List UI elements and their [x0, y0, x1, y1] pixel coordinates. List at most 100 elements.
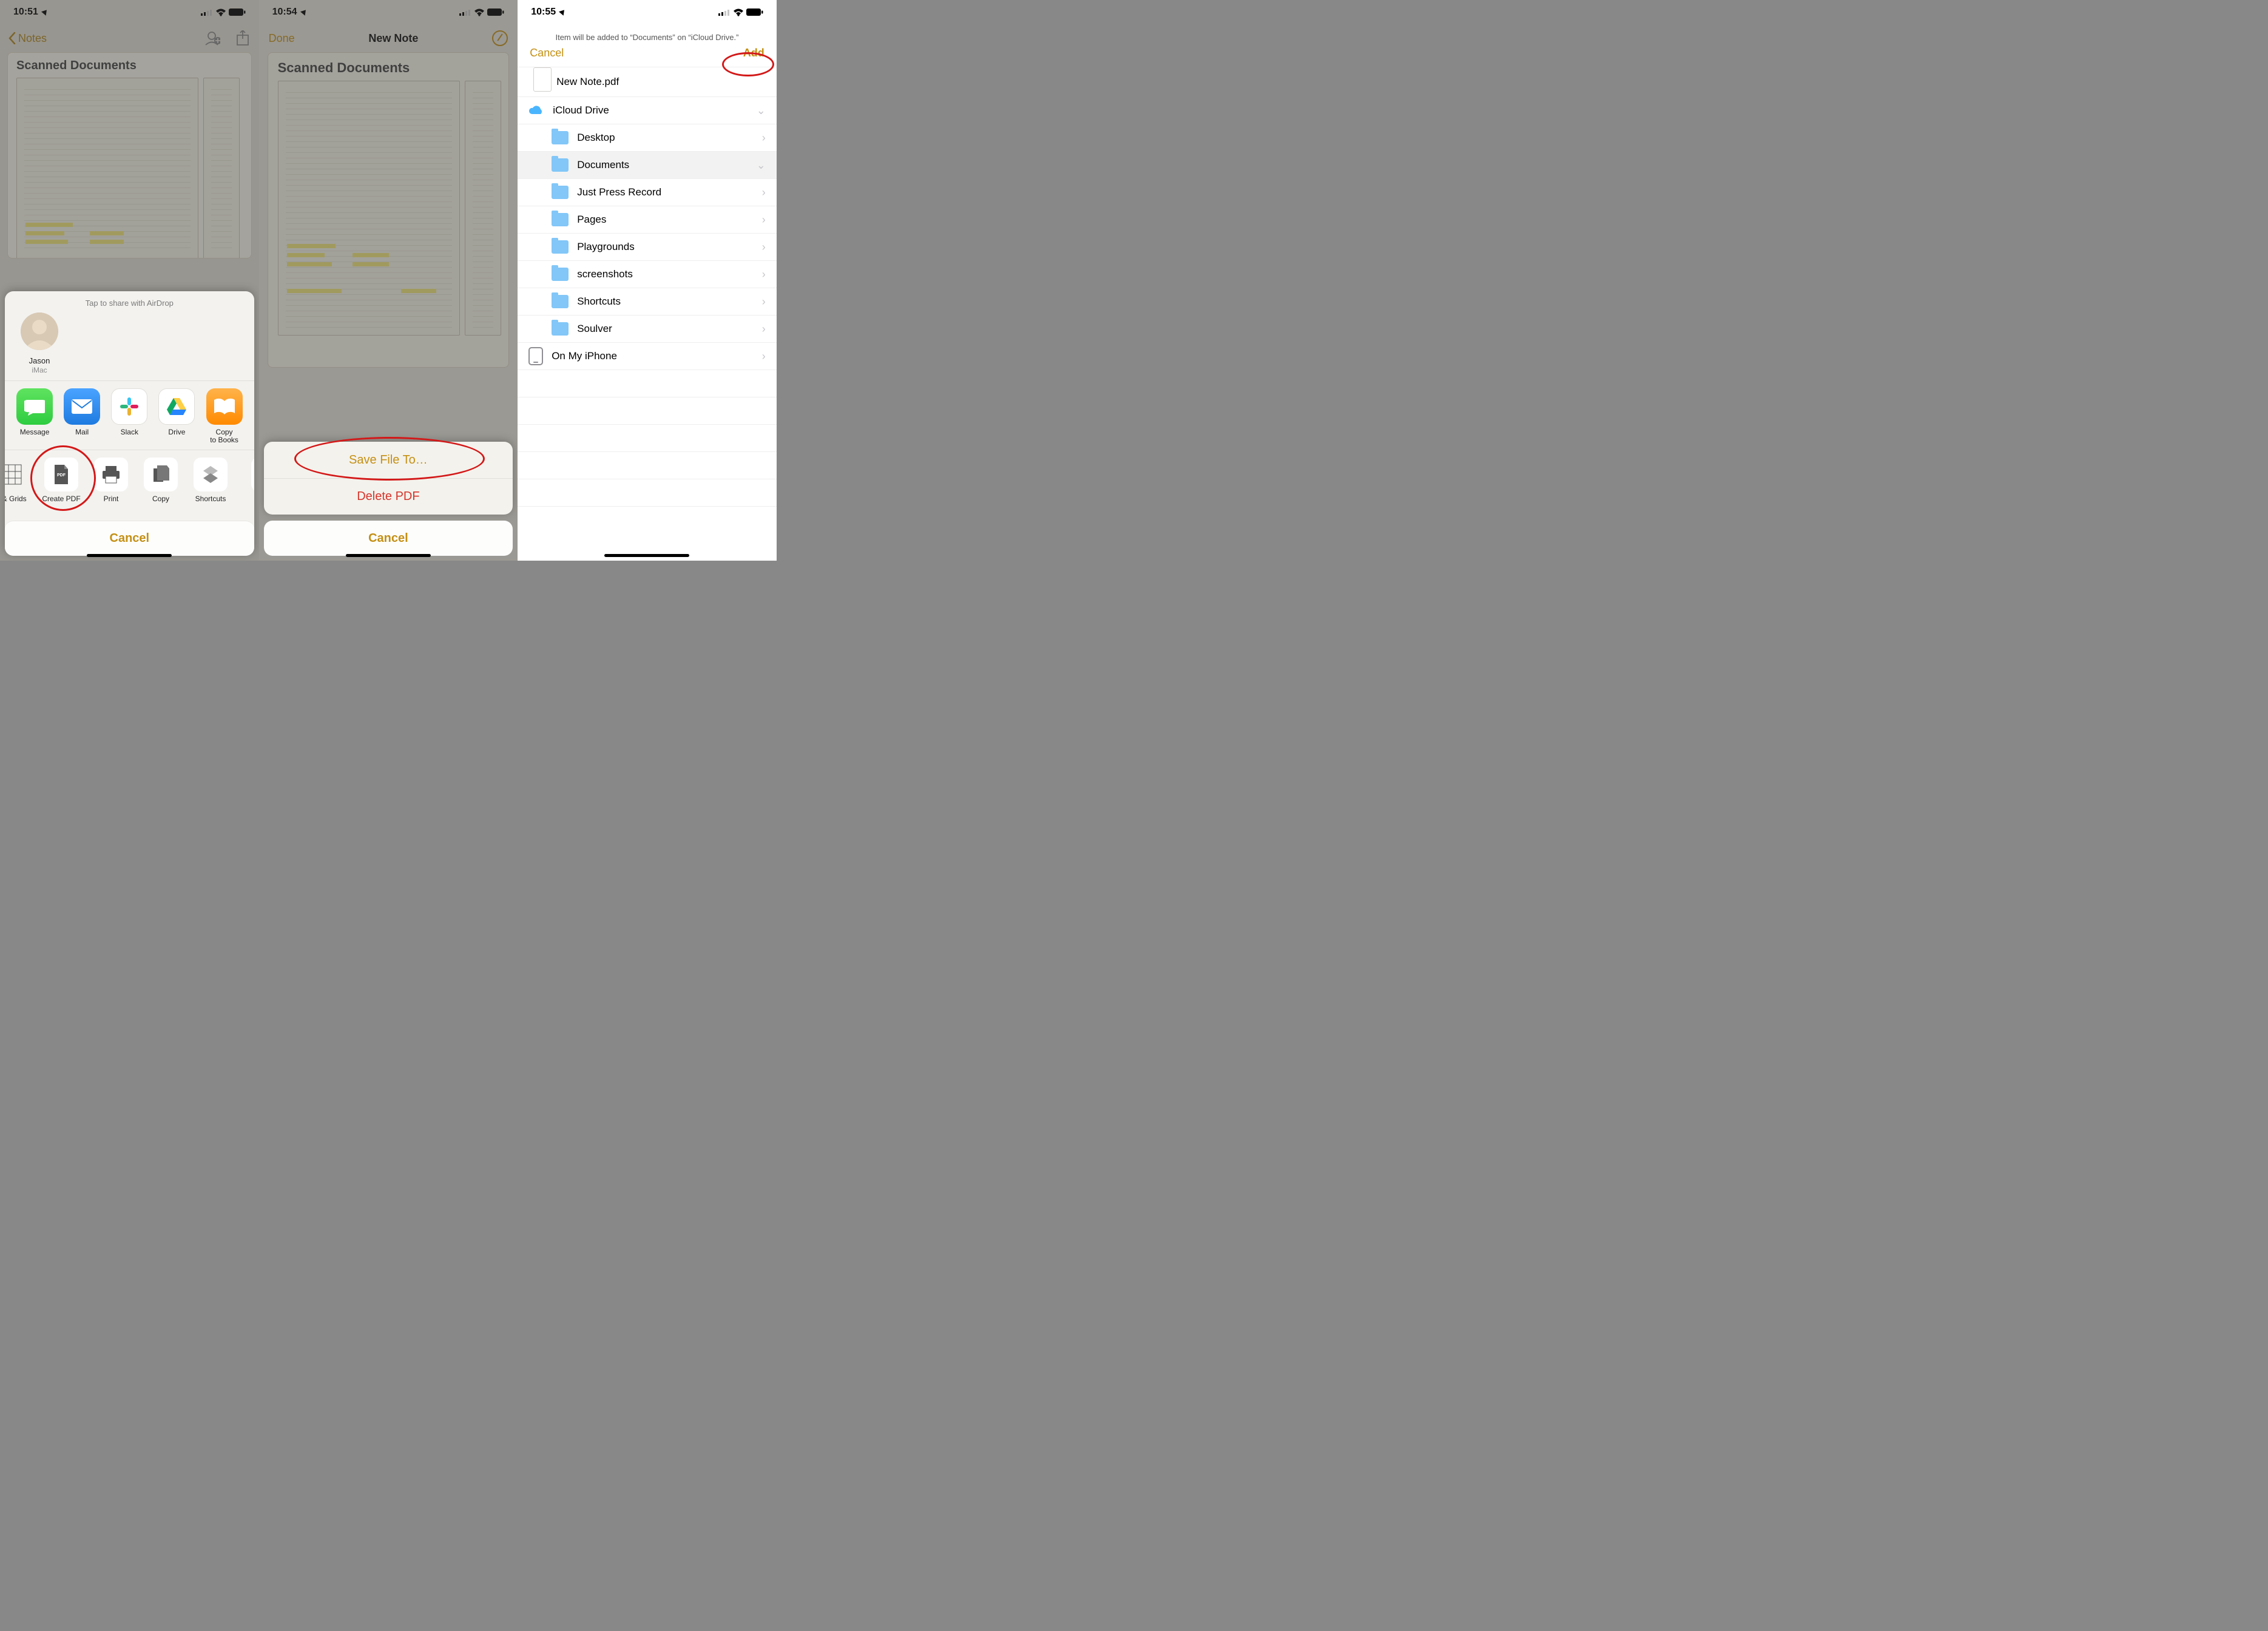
- chevron-right-icon: ›: [762, 214, 766, 226]
- empty-row: [518, 397, 777, 425]
- nav-bar: Notes: [0, 24, 259, 52]
- note-title: Scanned Documents: [16, 59, 243, 73]
- scanned-doc-page-1[interactable]: [278, 81, 460, 336]
- print-icon: [94, 458, 128, 491]
- folder-row-just-press-record[interactable]: Just Press Record ›: [518, 179, 777, 206]
- action-shortcuts[interactable]: Shortcuts: [186, 458, 235, 504]
- status-time: 10:55: [531, 7, 556, 18]
- cancel-button[interactable]: Cancel: [530, 47, 564, 59]
- action-save-clip[interactable]: Sav: [235, 458, 254, 504]
- folder-row-soulver[interactable]: Soulver›: [518, 316, 777, 343]
- folder-icon: [552, 131, 569, 144]
- empty-row: [518, 452, 777, 479]
- folder-row-documents[interactable]: Documents ⌄: [518, 152, 777, 179]
- chevron-left-icon: [8, 32, 16, 44]
- scanned-doc-page-2[interactable]: [203, 78, 240, 258]
- folder-icon: [552, 240, 569, 254]
- done-button[interactable]: Done: [269, 32, 295, 45]
- action-lines-grids[interactable]: s & Grids: [5, 458, 36, 504]
- file-row: New Note.pdf: [518, 67, 777, 97]
- folder-label: screenshots: [577, 268, 633, 280]
- folder-row-playgrounds[interactable]: Playgrounds›: [518, 234, 777, 261]
- share-icon[interactable]: [235, 30, 251, 46]
- airdrop-hint: Tap to share with AirDrop: [5, 291, 254, 312]
- status-time: 10:51: [13, 7, 38, 18]
- folder-icon: [552, 295, 569, 308]
- folder-label: Desktop: [577, 132, 615, 144]
- scanned-doc-page-1[interactable]: [16, 78, 198, 258]
- airdrop-name: Jason: [15, 357, 64, 366]
- share-app-mail[interactable]: Mail: [58, 388, 106, 445]
- status-bar: 10:54: [259, 0, 518, 24]
- airdrop-target[interactable]: Jason iMac: [15, 312, 64, 374]
- markup-icon[interactable]: [492, 30, 508, 46]
- location-icloud-drive[interactable]: iCloud Drive ⌄: [518, 97, 777, 124]
- note-title: Scanned Documents: [278, 60, 499, 76]
- action-print[interactable]: Print: [86, 458, 136, 504]
- grid-icon: [5, 458, 29, 491]
- folder-icon: [552, 322, 569, 336]
- status-bar: 10:55: [518, 0, 777, 24]
- add-button[interactable]: Add: [743, 47, 764, 59]
- empty-row: [518, 479, 777, 507]
- books-icon: [206, 388, 243, 425]
- share-app-slack[interactable]: Slack: [106, 388, 153, 445]
- folder-label: Just Press Record: [577, 186, 661, 198]
- file-thumb-icon: [533, 67, 552, 92]
- status-time: 10:54: [272, 7, 297, 18]
- scanned-doc-page-2[interactable]: [465, 81, 501, 336]
- chevron-right-icon: ›: [762, 350, 766, 363]
- chevron-down-icon: ⌄: [757, 104, 766, 117]
- icloud-icon: [527, 102, 544, 119]
- save-file-to-button[interactable]: Save File To…: [264, 442, 513, 478]
- note-card: Scanned Documents: [7, 52, 252, 258]
- folder-row-pages[interactable]: Pages ›: [518, 206, 777, 234]
- status-bar: 10:51: [0, 0, 259, 24]
- folder-row-desktop[interactable]: Desktop ›: [518, 124, 777, 152]
- page-title: New Note: [368, 32, 418, 45]
- cancel-button[interactable]: Cancel: [264, 521, 513, 556]
- save-clip-icon: [251, 458, 254, 491]
- share-app-books[interactable]: Copy to Books: [201, 388, 248, 445]
- nav-bar: Done New Note: [259, 24, 518, 52]
- copy-icon: [144, 458, 178, 491]
- airdrop-device: iMac: [15, 366, 64, 374]
- file-name: New Note.pdf: [556, 76, 619, 88]
- chevron-right-icon: ›: [762, 268, 766, 281]
- chevron-right-icon: ›: [762, 186, 766, 199]
- back-button[interactable]: Notes: [8, 32, 47, 45]
- folder-label: Documents: [577, 159, 629, 171]
- add-people-icon[interactable]: [204, 30, 220, 46]
- message-icon: [16, 388, 53, 425]
- share-sheet: Tap to share with AirDrop Jason iMac Mes…: [5, 291, 254, 556]
- signal-icon: [201, 8, 213, 16]
- share-app-drive[interactable]: Drive: [153, 388, 200, 445]
- folder-label: Shortcuts: [577, 295, 621, 308]
- action-copy[interactable]: Copy: [136, 458, 186, 504]
- folder-row-shortcuts[interactable]: Shortcuts ›: [518, 288, 777, 316]
- status-icons: [201, 8, 246, 16]
- share-app-message[interactable]: Message: [11, 388, 58, 445]
- folder-label: Playgrounds: [577, 241, 635, 253]
- status-icons: [718, 8, 763, 16]
- home-indicator: [604, 554, 689, 557]
- delete-pdf-button[interactable]: Delete PDF: [264, 478, 513, 515]
- info-line: Item will be added to “Documents” on “iC…: [518, 24, 777, 47]
- location-on-my-iphone[interactable]: On My iPhone ›: [518, 343, 777, 370]
- mail-icon: [64, 388, 100, 425]
- chevron-right-icon: ›: [762, 323, 766, 336]
- chevron-down-icon: ⌄: [757, 159, 766, 172]
- folder-icon: [552, 186, 569, 199]
- home-indicator: [346, 554, 431, 557]
- chevron-right-icon: ›: [762, 295, 766, 308]
- folder-row-screenshots[interactable]: screenshots ›: [518, 261, 777, 288]
- folder-label: Pages: [577, 214, 606, 226]
- folder-icon: [552, 158, 569, 172]
- action-create-pdf[interactable]: PDF Create PDF: [36, 458, 86, 504]
- location-icon: [42, 7, 49, 18]
- slack-icon: [111, 388, 147, 425]
- chevron-right-icon: ›: [762, 132, 766, 144]
- cancel-button[interactable]: Cancel: [5, 521, 254, 556]
- svg-text:PDF: PDF: [57, 473, 66, 478]
- status-icons: [459, 8, 504, 16]
